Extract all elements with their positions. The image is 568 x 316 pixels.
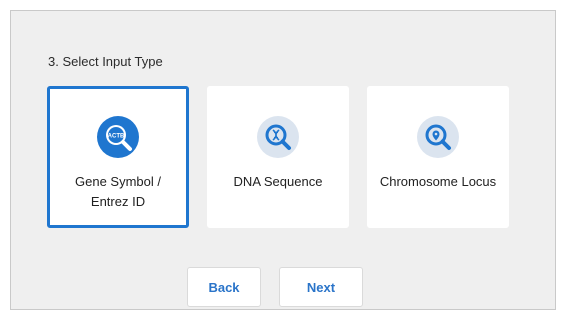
- location-search-icon: [417, 116, 459, 158]
- option-label: DNA Sequence: [233, 174, 323, 189]
- input-type-panel: 3. Select Input Type ACTB Gene Symbol / …: [10, 10, 556, 310]
- svg-text:ACTB: ACTB: [108, 134, 125, 140]
- gene-search-icon: ACTB: [97, 116, 139, 158]
- back-button[interactable]: Back: [187, 267, 261, 307]
- dna-search-icon: [257, 116, 299, 158]
- step-title: 3. Select Input Type: [48, 54, 163, 69]
- option-dna-sequence[interactable]: DNA Sequence: [207, 86, 349, 228]
- option-label: Chromosome Locus: [379, 174, 497, 189]
- next-button[interactable]: Next: [279, 267, 363, 307]
- option-chromosome-locus[interactable]: Chromosome Locus: [367, 86, 509, 228]
- option-label: Gene Symbol / Entrez ID: [75, 174, 161, 209]
- option-gene-symbol[interactable]: ACTB Gene Symbol / Entrez ID: [47, 86, 189, 228]
